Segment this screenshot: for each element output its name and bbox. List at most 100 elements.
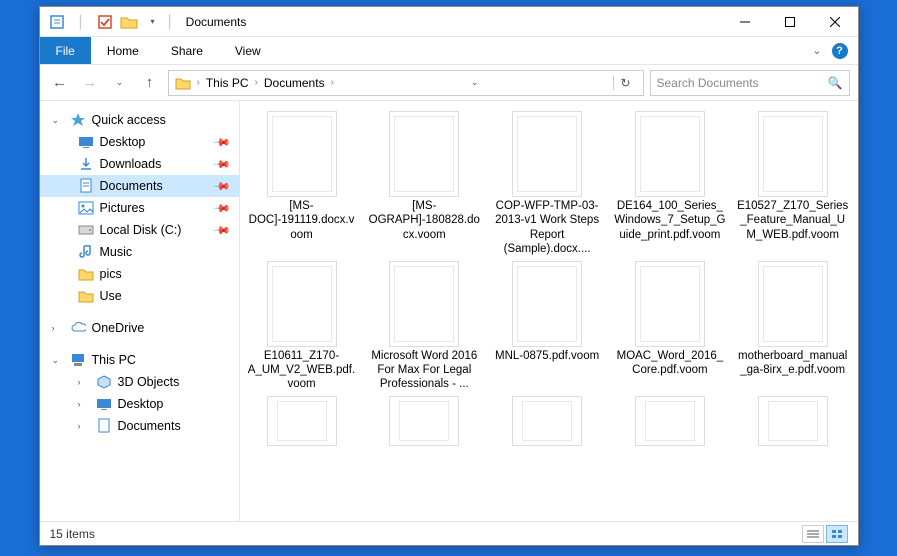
file-item[interactable]: [MS-OGRAPH]-180828.docx.voom: [366, 111, 482, 257]
file-icon: [635, 261, 705, 347]
address-dropdown-icon[interactable]: ⌄: [465, 77, 485, 88]
close-button[interactable]: [813, 7, 858, 37]
chevron-down-icon[interactable]: ⌄: [52, 115, 64, 126]
address-bar: ← → ⌄ ↑ › This PC › Documents › ⌄ ↻ Sear…: [40, 65, 858, 101]
sidebar-this-pc[interactable]: ⌄ This PC: [40, 349, 239, 371]
file-item[interactable]: [735, 396, 851, 448]
file-icon: [267, 111, 337, 197]
chevron-right-icon[interactable]: ›: [78, 399, 90, 409]
checkbox-icon[interactable]: [96, 13, 114, 31]
sidebar-item-desktop[interactable]: Desktop 📌: [40, 131, 239, 153]
sidebar-item-label: 3D Objects: [118, 375, 180, 389]
window-title: Documents: [180, 15, 723, 29]
file-name: motherboard_manual_ga-8irx_e.pdf.voom: [735, 349, 851, 378]
sidebar-item-3d-objects[interactable]: › 3D Objects: [40, 371, 239, 393]
sidebar-item-label: Use: [100, 289, 122, 303]
file-name: E10527_Z170_Series_Feature_Manual_UM_WEB…: [735, 199, 851, 242]
file-grid: [MS-DOC]-191119.docx.voom [MS-OGRAPH]-18…: [240, 101, 858, 448]
file-item[interactable]: E10527_Z170_Series_Feature_Manual_UM_WEB…: [735, 111, 851, 257]
chevron-right-icon[interactable]: ›: [52, 323, 64, 333]
tab-file[interactable]: File: [40, 37, 91, 64]
file-item[interactable]: [366, 396, 482, 448]
breadcrumb-this-pc[interactable]: This PC: [206, 76, 249, 90]
sidebar-item-downloads[interactable]: Downloads 📌: [40, 153, 239, 175]
sidebar-item-documents[interactable]: Documents 📌: [40, 175, 239, 197]
maximize-button[interactable]: [768, 7, 813, 37]
refresh-icon[interactable]: ↻: [613, 76, 636, 90]
chevron-right-icon[interactable]: ›: [78, 421, 90, 431]
file-icon: [635, 396, 705, 446]
tab-share[interactable]: Share: [155, 37, 219, 64]
qat-dropdown-icon[interactable]: ▾: [144, 13, 162, 31]
chevron-right-icon[interactable]: ›: [253, 77, 260, 88]
sidebar-item-pc-documents[interactable]: › Documents: [40, 415, 239, 437]
sidebar-item-pc-desktop[interactable]: › Desktop: [40, 393, 239, 415]
file-icon: [758, 396, 828, 446]
sidebar-item-pictures[interactable]: Pictures 📌: [40, 197, 239, 219]
nav-back-button[interactable]: ←: [48, 71, 72, 95]
details-view-button[interactable]: [802, 525, 824, 543]
sidebar-item-music[interactable]: Music: [40, 241, 239, 263]
breadcrumb-documents[interactable]: Documents: [264, 76, 325, 90]
file-item[interactable]: Microsoft Word 2016 For Max For Legal Pr…: [366, 261, 482, 392]
sidebar-item-local-disk[interactable]: Local Disk (C:) 📌: [40, 219, 239, 241]
file-item[interactable]: [612, 396, 728, 448]
pin-icon: 📌: [212, 221, 231, 240]
quick-access-toolbar: | ▾ |: [40, 13, 180, 31]
tab-home[interactable]: Home: [91, 37, 155, 64]
file-item[interactable]: [MS-DOC]-191119.docx.voom: [244, 111, 360, 257]
tab-view[interactable]: View: [219, 37, 277, 64]
file-item[interactable]: [244, 396, 360, 448]
file-item[interactable]: [489, 396, 605, 448]
file-item[interactable]: E10611_Z170-A_UM_V2_WEB.pdf.voom: [244, 261, 360, 392]
folder-icon[interactable]: [120, 13, 138, 31]
file-item[interactable]: COP-WFP-TMP-03-2013-v1 Work Steps Report…: [489, 111, 605, 257]
minimize-button[interactable]: [723, 7, 768, 37]
nav-up-button[interactable]: ↑: [138, 71, 162, 95]
file-view[interactable]: [MS-DOC]-191119.docx.voom [MS-OGRAPH]-18…: [240, 101, 858, 521]
sidebar-item-label: Documents: [118, 419, 181, 433]
folder-icon: [78, 288, 94, 304]
3d-icon: [96, 374, 112, 390]
desktop-icon: [78, 134, 94, 150]
sidebar-item-pics[interactable]: pics: [40, 263, 239, 285]
file-icon: [267, 261, 337, 347]
file-icon: [635, 111, 705, 197]
file-icon: [389, 261, 459, 347]
sidebar-item-label: This PC: [92, 353, 136, 367]
file-name: COP-WFP-TMP-03-2013-v1 Work Steps Report…: [489, 199, 605, 257]
qat-separator-icon: |: [72, 13, 90, 31]
folder-icon: [175, 76, 191, 90]
nav-forward-button[interactable]: →: [78, 71, 102, 95]
sidebar-quick-access[interactable]: ⌄ Quick access: [40, 109, 239, 131]
file-item[interactable]: MOAC_Word_2016_Core.pdf.voom: [612, 261, 728, 392]
chevron-right-icon[interactable]: ›: [329, 77, 336, 88]
file-icon: [389, 396, 459, 446]
file-name: [MS-DOC]-191119.docx.voom: [244, 199, 360, 242]
recent-locations-button[interactable]: ⌄: [108, 71, 132, 95]
search-icon[interactable]: 🔍: [828, 76, 843, 90]
large-icons-view-button[interactable]: [826, 525, 848, 543]
chevron-down-icon[interactable]: ⌄: [52, 355, 64, 366]
chevron-right-icon[interactable]: ›: [78, 377, 90, 387]
sidebar-item-use[interactable]: Use: [40, 285, 239, 307]
title-separator: |: [168, 13, 172, 31]
file-name: MOAC_Word_2016_Core.pdf.voom: [612, 349, 728, 378]
documents-icon: [78, 178, 94, 194]
sidebar-item-label: Desktop: [100, 135, 146, 149]
ribbon-expand-icon[interactable]: ⌄: [812, 44, 821, 57]
sidebar-item-label: pics: [100, 267, 122, 281]
file-item[interactable]: DE164_100_Series_Windows_7_Setup_Guide_p…: [612, 111, 728, 257]
file-item[interactable]: MNL-0875.pdf.voom: [489, 261, 605, 392]
chevron-right-icon[interactable]: ›: [195, 77, 202, 88]
file-name: DE164_100_Series_Windows_7_Setup_Guide_p…: [612, 199, 728, 242]
file-item[interactable]: motherboard_manual_ga-8irx_e.pdf.voom: [735, 261, 851, 392]
properties-icon[interactable]: [48, 13, 66, 31]
search-input[interactable]: Search Documents 🔍: [650, 70, 850, 96]
sidebar-item-label: Quick access: [92, 113, 166, 127]
sidebar-item-label: Pictures: [100, 201, 145, 215]
help-icon[interactable]: ?: [832, 43, 848, 59]
file-icon: [758, 111, 828, 197]
sidebar-onedrive[interactable]: › OneDrive: [40, 317, 239, 339]
breadcrumb[interactable]: › This PC › Documents › ⌄ ↻: [168, 70, 644, 96]
